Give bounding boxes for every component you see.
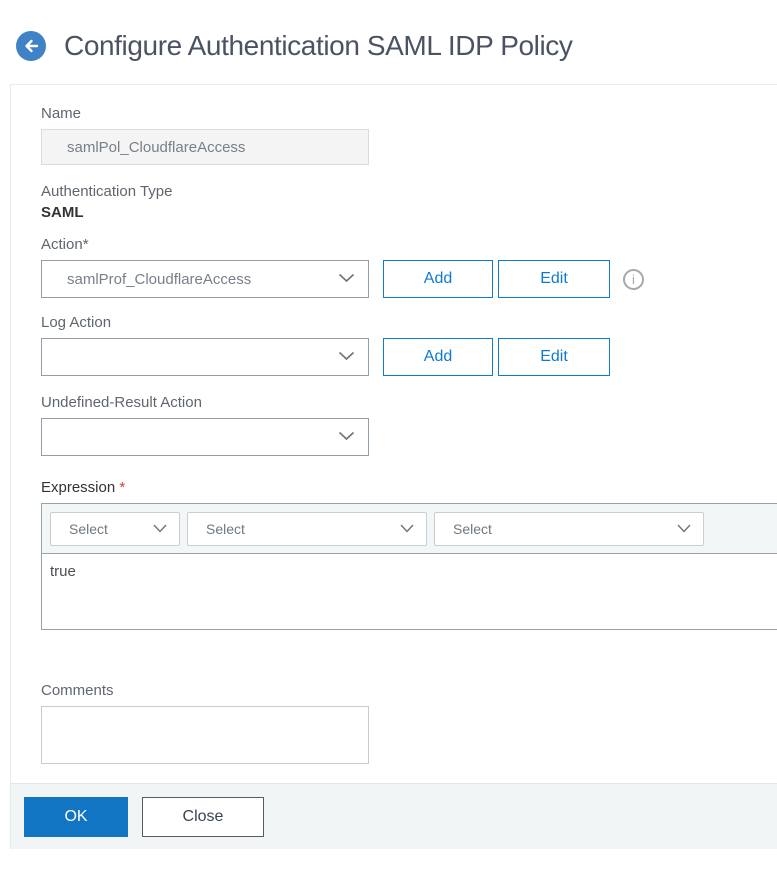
- chevron-down-icon: [338, 348, 355, 366]
- expression-select-2-value: Select: [206, 520, 245, 537]
- expression-select-1-value: Select: [69, 520, 108, 537]
- chevron-down-icon: [677, 520, 691, 538]
- chevron-down-icon: [153, 520, 167, 538]
- expression-select-3[interactable]: Select: [434, 511, 704, 546]
- close-button[interactable]: Close: [142, 796, 264, 837]
- comments-label: Comments: [41, 682, 114, 699]
- expression-label: Expression *: [41, 479, 126, 496]
- chevron-down-icon: [400, 520, 414, 538]
- page-title: Configure Authentication SAML IDP Policy: [64, 30, 573, 61]
- ok-button[interactable]: OK: [24, 796, 128, 837]
- action-row: samlProf_CloudflareAccess Add Edit i: [41, 260, 777, 298]
- expression-editor: Select Select Select true: [41, 503, 777, 630]
- info-icon[interactable]: i: [623, 268, 644, 290]
- required-asterisk: *: [119, 479, 126, 496]
- log-action-label: Log Action: [41, 314, 112, 331]
- chevron-down-icon: [338, 270, 355, 288]
- expression-select-1[interactable]: Select: [50, 511, 180, 546]
- expression-input[interactable]: true: [42, 554, 777, 629]
- expression-select-2[interactable]: Select: [187, 511, 427, 546]
- log-action-row: Add Edit: [41, 338, 777, 376]
- page-header: Configure Authentication SAML IDP Policy: [0, 0, 777, 62]
- name-label: Name: [41, 105, 82, 122]
- expression-select-3-value: Select: [453, 520, 492, 537]
- action-label: Action*: [41, 236, 89, 253]
- arrow-left-icon: [23, 38, 40, 54]
- comments-input[interactable]: [41, 706, 369, 764]
- back-button[interactable]: [16, 31, 46, 61]
- footer-bar: OK Close: [11, 783, 777, 849]
- action-select-value: samlProf_CloudflareAccess: [67, 270, 252, 288]
- log-action-select[interactable]: [41, 338, 369, 376]
- authentication-type-label: Authentication Type: [41, 183, 173, 200]
- action-add-button[interactable]: Add: [383, 260, 493, 298]
- action-select[interactable]: samlProf_CloudflareAccess: [41, 260, 369, 298]
- log-action-edit-button[interactable]: Edit: [498, 338, 610, 376]
- form-panel: Name Authentication Type SAML Action* sa…: [10, 84, 777, 849]
- undefined-result-action-label: Undefined-Result Action: [41, 394, 202, 411]
- authentication-type-value: SAML: [41, 204, 84, 221]
- expression-toolbar: Select Select Select: [42, 504, 777, 554]
- name-input: [41, 129, 369, 165]
- action-edit-button[interactable]: Edit: [498, 260, 610, 298]
- log-action-add-button[interactable]: Add: [383, 338, 493, 376]
- chevron-down-icon: [338, 428, 355, 446]
- undefined-result-action-select[interactable]: [41, 418, 369, 456]
